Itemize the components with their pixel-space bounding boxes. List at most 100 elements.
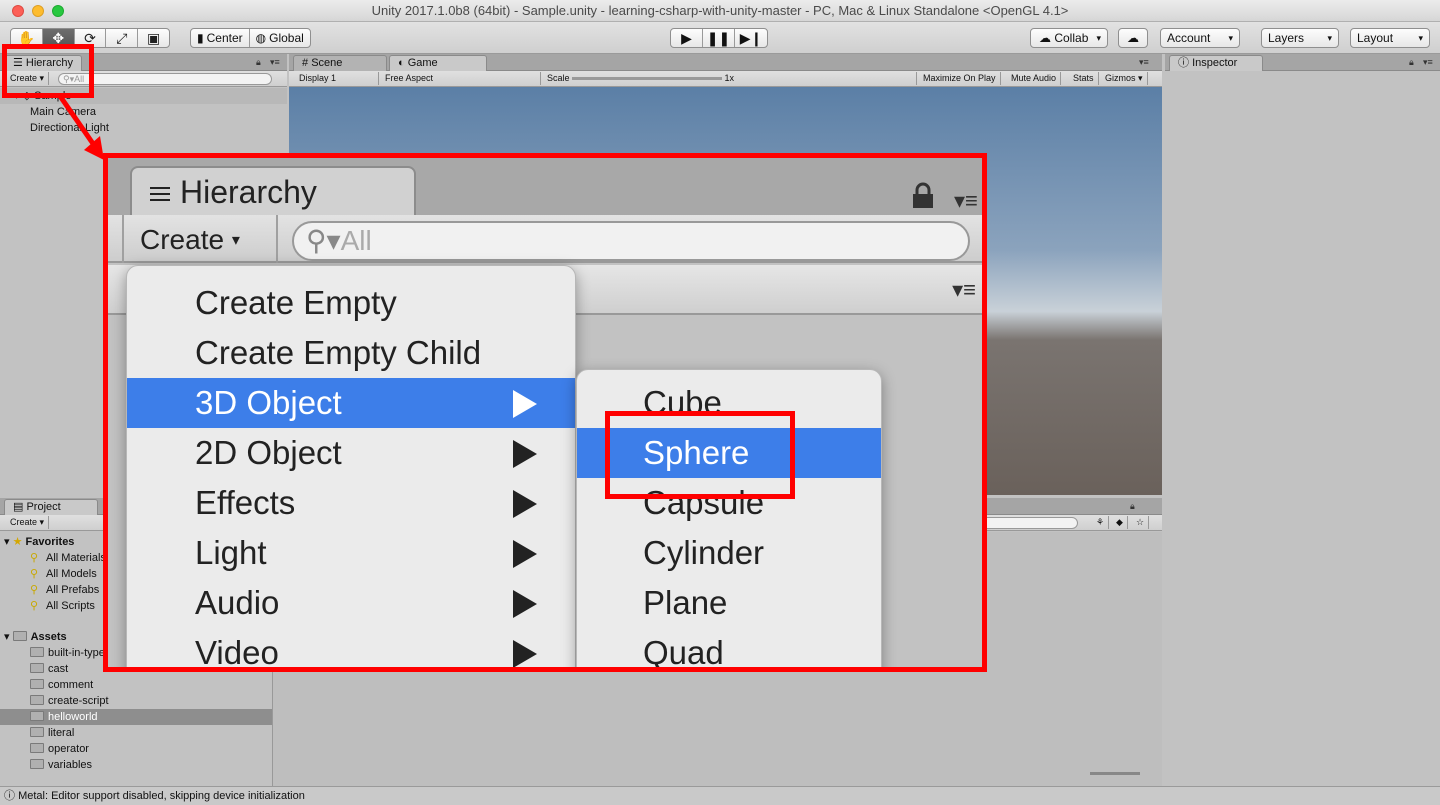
window-title: Unity 2017.1.0b8 (64bit) - Sample.unity … <box>371 3 1069 18</box>
display-dropdown[interactable]: Display 1 <box>295 72 379 85</box>
hierarchy-item-directional-light[interactable]: Directional Light <box>0 120 287 136</box>
submenu-arrow-icon <box>513 590 537 618</box>
search-icon: ⚲ <box>30 584 39 596</box>
layout-dropdown[interactable]: Layout <box>1350 28 1430 48</box>
game-tabstrip: # Scene ◐ Game ▾≡ <box>289 54 1162 71</box>
minimize-window-button[interactable] <box>32 5 44 17</box>
folder-icon <box>30 711 44 721</box>
highlight-box-sphere <box>605 411 795 499</box>
asset-folder[interactable]: create-script <box>0 693 272 709</box>
submenu-item-quad[interactable]: Quad <box>577 628 881 667</box>
gizmos-dropdown[interactable]: Gizmos ▾ <box>1101 72 1148 85</box>
lock-icon[interactable]: 🔒︎ <box>256 57 261 68</box>
create-dropdown-button[interactable]: Create ▾ <box>122 215 278 263</box>
asset-folder[interactable]: literal <box>0 725 272 741</box>
favorite-item[interactable]: ⚲ All Prefabs <box>0 582 104 598</box>
project-create-button[interactable]: Create ▾ <box>6 516 50 529</box>
folder-icon <box>30 727 44 737</box>
menu-item-3d-object[interactable]: 3D Object <box>127 378 575 428</box>
pivot-toggles: ▮ Center ◍ Global <box>190 28 311 48</box>
folder-icon <box>30 743 44 753</box>
asset-folder[interactable]: built-in-types <box>0 645 104 661</box>
stats-toggle[interactable]: Stats <box>1069 72 1099 85</box>
icon-size-slider[interactable] <box>1090 772 1140 775</box>
layers-dropdown[interactable]: Layers <box>1261 28 1339 48</box>
inspector-panel: ⓘ Inspector 🔒︎ ▾≡ <box>1165 54 1440 786</box>
global-toggle[interactable]: ◍ Global <box>250 29 310 47</box>
filter-label-icon[interactable]: ◆ <box>1112 516 1128 529</box>
maximize-window-button[interactable] <box>52 5 64 17</box>
menu-item-audio[interactable]: Audio <box>127 578 575 628</box>
account-dropdown[interactable]: Account <box>1160 28 1240 48</box>
menu-item-create-empty[interactable]: Create Empty <box>127 278 575 328</box>
warning-icon: ⓘ <box>4 790 15 802</box>
menu-item-effects[interactable]: Effects <box>127 478 575 528</box>
menu-item-create-empty-child[interactable]: Create Empty Child <box>127 328 575 378</box>
submenu-arrow-icon <box>513 390 537 418</box>
panel-menu-icon[interactable]: ▾≡ <box>270 57 280 68</box>
inspector-tabstrip: ⓘ Inspector 🔒︎ ▾≡ <box>1165 54 1440 71</box>
maximize-on-play-toggle[interactable]: Maximize On Play <box>919 72 1001 85</box>
pause-icon[interactable]: ❚❚ <box>703 29 735 47</box>
list-icon <box>144 183 170 203</box>
submenu-arrow-icon <box>513 440 537 468</box>
hierarchy-search-input[interactable]: ⚲▾All <box>292 221 970 261</box>
favorite-star-icon[interactable]: ☆ <box>1132 516 1150 529</box>
scale-slider[interactable]: Scale 1x <box>543 72 917 85</box>
zoom-tabstrip: Hierarchy ▾≡ <box>108 158 982 216</box>
step-icon[interactable]: ▶❙ <box>735 29 767 47</box>
game-panel-menu-icon[interactable]: ▾≡ <box>1139 57 1149 68</box>
collab-button[interactable]: ☁︎ Collab <box>1030 28 1108 48</box>
menu-item-video[interactable]: Video <box>127 628 575 667</box>
play-icon[interactable]: ▶ <box>671 29 703 47</box>
play-controls: ▶ ❚❚ ▶❙ <box>670 28 768 48</box>
asset-folder[interactable]: variables <box>0 757 272 773</box>
submenu-arrow-icon <box>513 490 537 518</box>
mute-audio-toggle[interactable]: Mute Audio <box>1007 72 1062 85</box>
project-lock-icon[interactable]: 🔒︎ <box>1130 501 1135 512</box>
highlight-box-hierarchy <box>2 44 94 98</box>
scale-icon[interactable]: ⤢ <box>106 29 139 47</box>
panel-menu-icon[interactable]: ▾≡ <box>954 188 978 214</box>
hierarchy-item-main-camera[interactable]: Main Camera <box>0 104 287 120</box>
rect-icon[interactable]: ▣ <box>138 29 169 47</box>
asset-folder-selected[interactable]: helloworld <box>0 709 272 725</box>
status-message: Metal: Editor support disabled, skipping… <box>18 790 305 802</box>
tab-scene[interactable]: # Scene <box>293 55 387 71</box>
inspector-menu-icon[interactable]: ▾≡ <box>1423 57 1433 68</box>
menu-item-light[interactable]: Light <box>127 528 575 578</box>
zoom-inset: Hierarchy ▾≡ Create ▾ ⚲▾All ▾≡ Create Em… <box>103 153 987 672</box>
favorite-item[interactable]: ⚲ All Scripts <box>0 598 104 614</box>
title-bar: Unity 2017.1.0b8 (64bit) - Sample.unity … <box>0 0 1440 22</box>
row-menu-icon[interactable]: ▾≡ <box>952 277 976 303</box>
aspect-dropdown[interactable]: Free Aspect <box>381 72 541 85</box>
favorite-item[interactable]: ⚲ All Materials <box>0 550 104 566</box>
folder-icon <box>30 759 44 769</box>
menu-item-2d-object[interactable]: 2D Object <box>127 428 575 478</box>
folder-icon <box>12 631 27 641</box>
center-toggle[interactable]: ▮ Center <box>191 29 250 47</box>
close-window-button[interactable] <box>12 5 24 17</box>
search-icon: ⚲ <box>30 600 39 612</box>
tab-game[interactable]: ◐ Game <box>389 55 487 71</box>
submenu-item-plane[interactable]: Plane <box>577 578 881 628</box>
folder-icon <box>30 695 44 705</box>
tab-inspector[interactable]: ⓘ Inspector <box>1169 55 1263 71</box>
submenu-item-cylinder[interactable]: Cylinder <box>577 528 881 578</box>
filter-type-icon[interactable]: ⚘ <box>1092 516 1110 529</box>
submenu-arrow-icon <box>513 540 537 568</box>
folder-icon <box>30 647 44 657</box>
asset-folder[interactable]: comment <box>0 677 272 693</box>
inspector-lock-icon[interactable]: 🔒︎ <box>1409 57 1414 68</box>
search-icon: ⚲ <box>30 568 39 580</box>
cloud-icon[interactable]: ☁ <box>1118 28 1148 48</box>
status-bar: ⓘ Metal: Editor support disabled, skippi… <box>0 786 1440 805</box>
create-menu: Create Empty Create Empty Child 3D Objec… <box>126 265 576 667</box>
zoom-subbar: Create ▾ ⚲▾All <box>108 215 982 263</box>
zoom-tab-hierarchy[interactable]: Hierarchy <box>130 166 416 216</box>
tab-project[interactable]: ▤ Project <box>4 499 98 515</box>
asset-folder[interactable]: operator <box>0 741 272 757</box>
folder-icon <box>30 663 44 673</box>
favorite-item[interactable]: ⚲ All Models <box>0 566 104 582</box>
lock-icon[interactable] <box>910 182 936 208</box>
